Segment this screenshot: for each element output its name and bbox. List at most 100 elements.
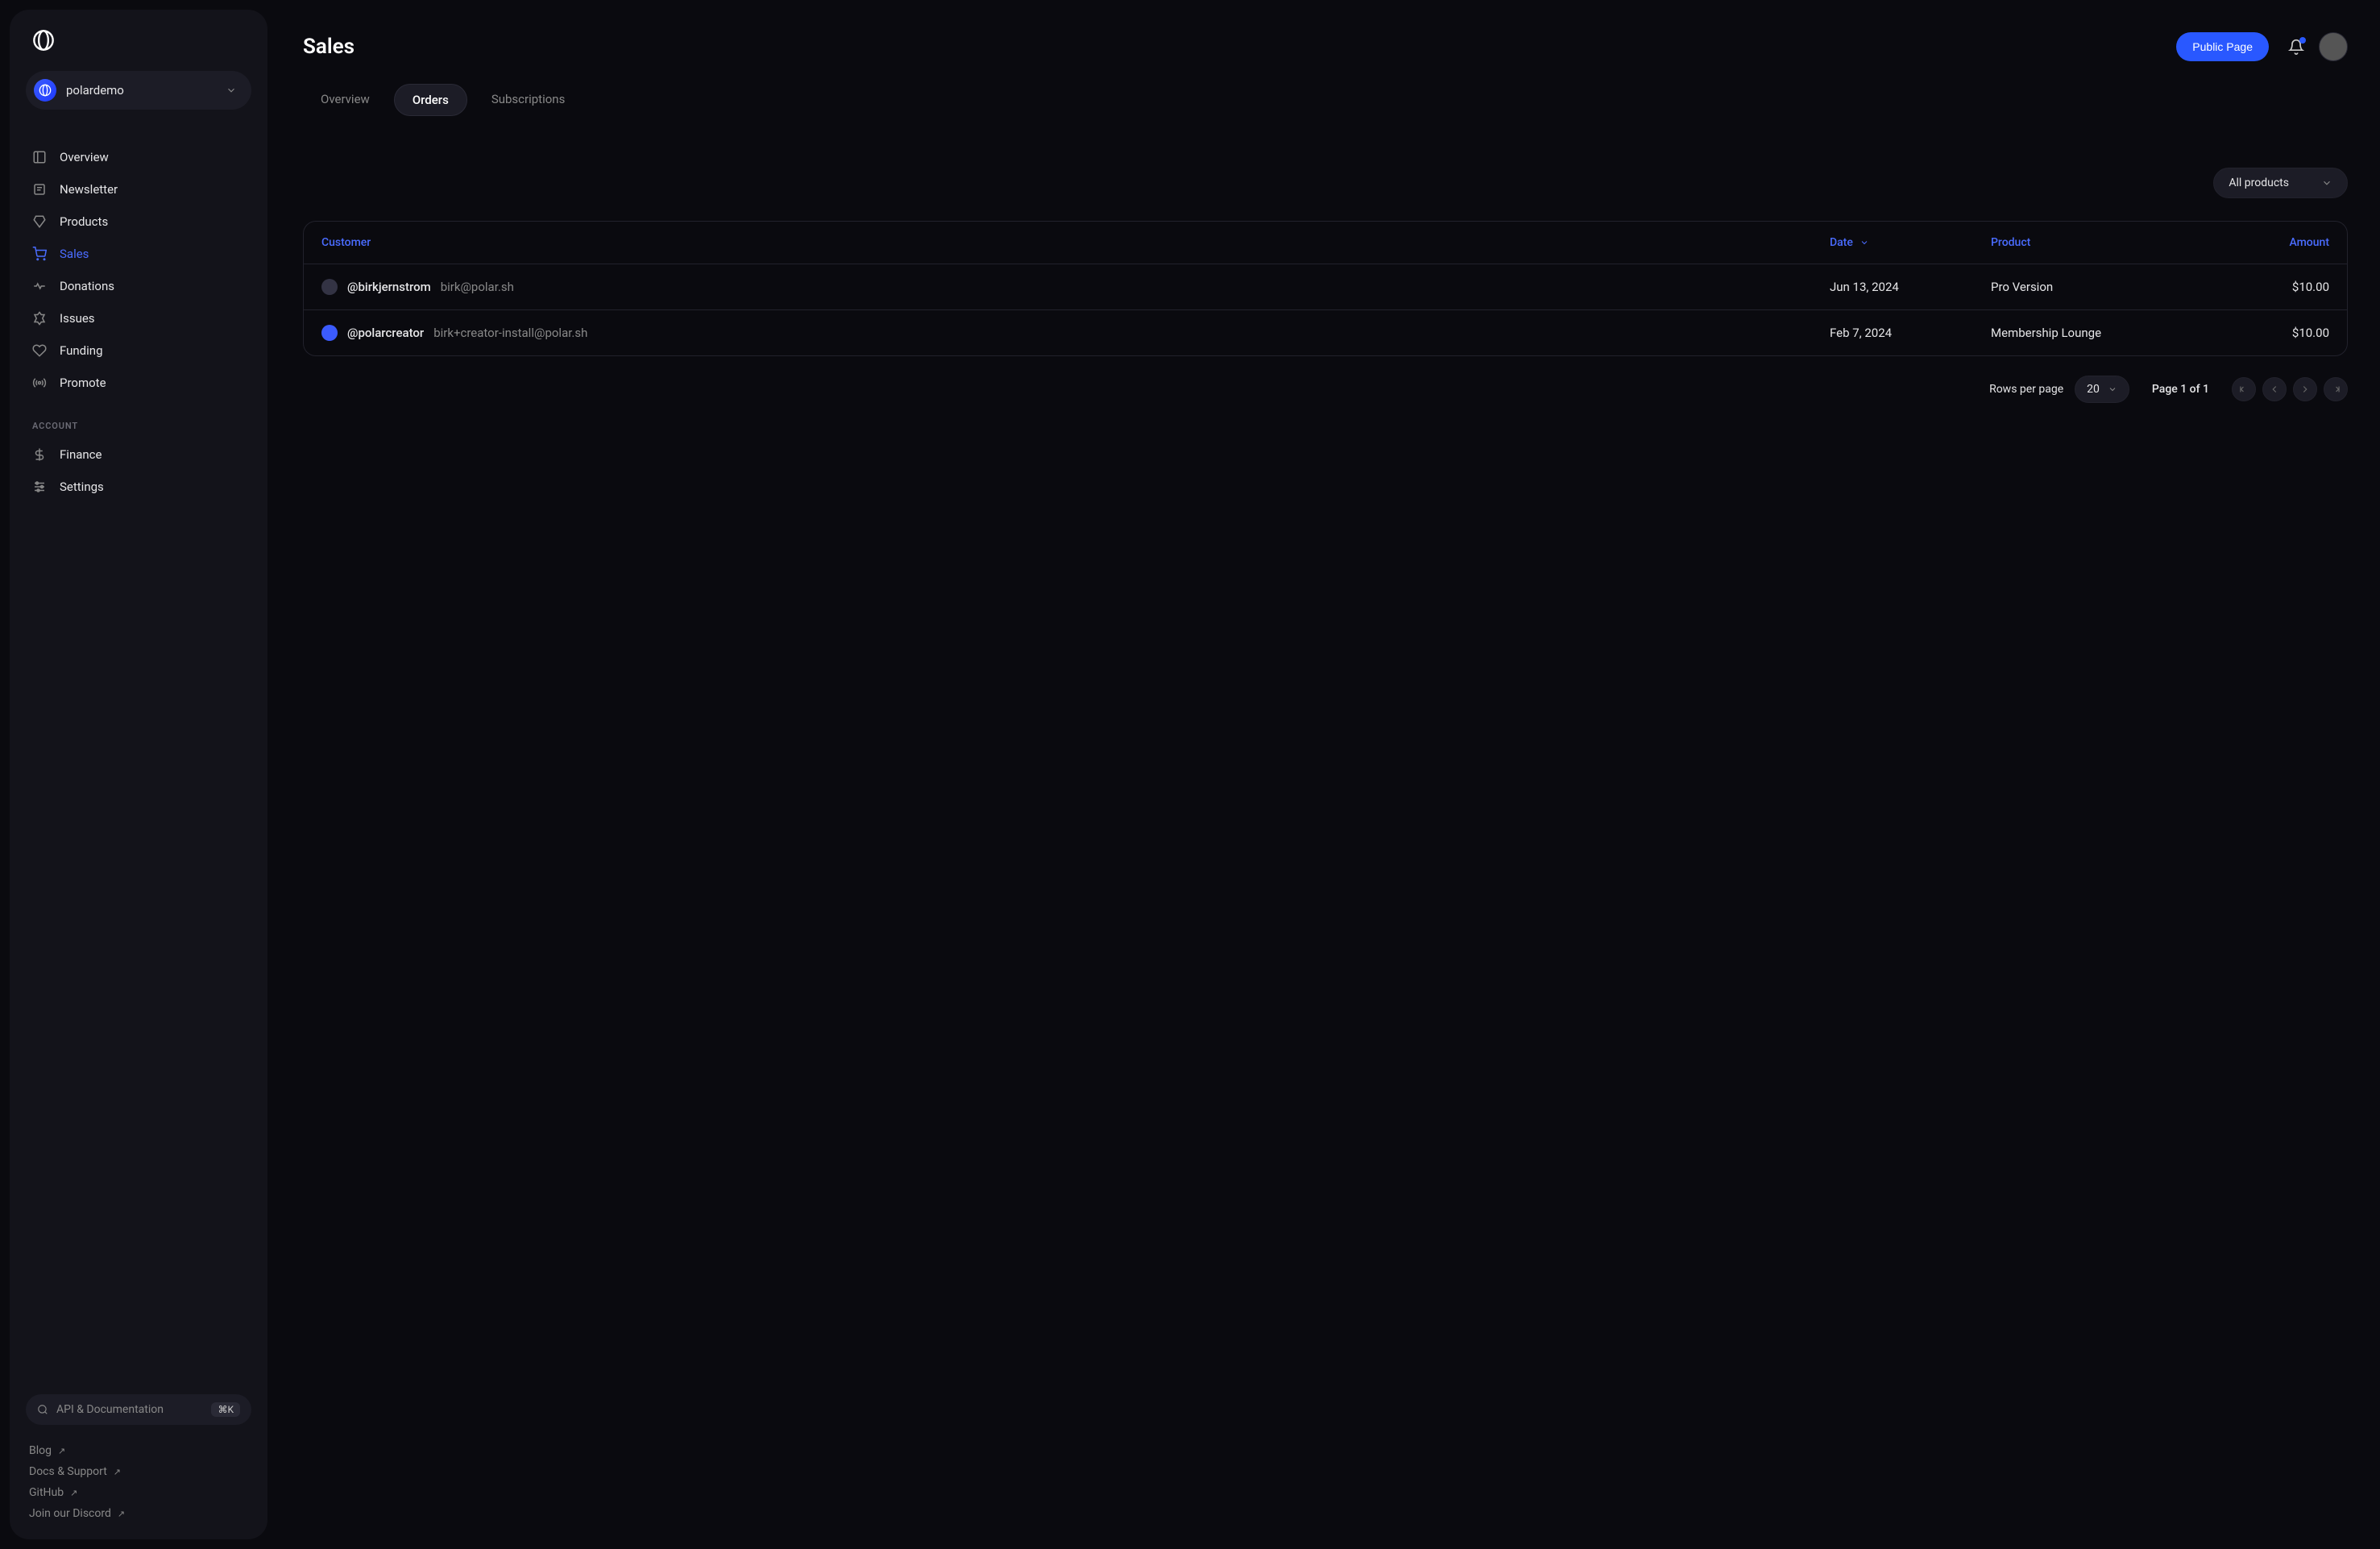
customer-email: birk@polar.sh: [441, 280, 514, 294]
filter-row: All products: [303, 168, 2348, 198]
next-page-button[interactable]: [2293, 377, 2317, 401]
diamond-icon: [32, 214, 47, 229]
customer-avatar: [321, 279, 338, 295]
sidebar-item-sales[interactable]: Sales: [26, 239, 251, 269]
customer-handle: @birkjernstrom: [347, 280, 431, 294]
user-avatar[interactable]: [2319, 32, 2348, 61]
search-kbd: ⌘K: [211, 1402, 240, 1417]
broadcast-icon: [32, 376, 47, 390]
account-section-label: ACCOUNT: [26, 398, 251, 439]
notifications-button[interactable]: [2288, 39, 2304, 55]
tabs: Overview Orders Subscriptions: [303, 84, 2348, 116]
date-cell: Feb 7, 2024: [1830, 326, 1991, 340]
product-cell: Membership Lounge: [1991, 326, 2216, 340]
org-name: polardemo: [66, 83, 216, 98]
customer-email: birk+creator-install@polar.sh: [433, 326, 587, 340]
sidebar-item-products[interactable]: Products: [26, 206, 251, 237]
chevron-down-icon: [2321, 177, 2332, 189]
newsletter-icon: [32, 182, 47, 197]
sidebar-item-label: Issues: [60, 311, 95, 326]
cart-icon: [32, 247, 47, 261]
search-docs[interactable]: API & Documentation ⌘K: [26, 1394, 251, 1425]
external-link-icon: ↗: [114, 1467, 121, 1477]
table-row[interactable]: @birkjernstrom birk@polar.sh Jun 13, 202…: [304, 264, 2347, 310]
main-content: Sales Public Page Overview Orders Subscr…: [277, 0, 2380, 1549]
page-header: Sales Public Page: [303, 32, 2348, 61]
sort-desc-icon: [1860, 238, 1869, 247]
dollar-icon: [32, 447, 47, 462]
rows-per-page: Rows per page 20: [1989, 376, 2129, 403]
org-switcher[interactable]: polardemo: [26, 71, 251, 110]
sidebar-item-settings[interactable]: Settings: [26, 471, 251, 502]
rows-per-page-label: Rows per page: [1989, 383, 2063, 396]
customer-handle: @polarcreator: [347, 326, 424, 340]
external-link-icon: ↗: [70, 1488, 77, 1498]
app-logo[interactable]: [26, 29, 251, 52]
grid-icon: [32, 150, 47, 164]
footer-link-blog[interactable]: Blog↗: [29, 1444, 251, 1457]
first-page-button[interactable]: [2232, 377, 2256, 401]
sidebar-item-label: Finance: [60, 447, 102, 462]
filter-label: All products: [2229, 176, 2289, 189]
table-header: Customer Date Product Amount: [304, 222, 2347, 264]
tab-orders[interactable]: Orders: [394, 84, 467, 116]
sidebar-item-donations[interactable]: Donations: [26, 271, 251, 301]
orders-table: Customer Date Product Amount @birkjernst…: [303, 221, 2348, 356]
prev-page-button[interactable]: [2262, 377, 2287, 401]
customer-cell: @birkjernstrom birk@polar.sh: [321, 279, 1830, 295]
tab-subscriptions[interactable]: Subscriptions: [474, 84, 583, 116]
issues-icon: [32, 311, 47, 326]
last-page-button[interactable]: [2324, 377, 2348, 401]
public-page-button[interactable]: Public Page: [2176, 32, 2269, 61]
sidebar-item-label: Overview: [60, 150, 109, 164]
amount-cell: $10.00: [2216, 326, 2329, 340]
column-date[interactable]: Date: [1830, 236, 1991, 249]
column-amount[interactable]: Amount: [2216, 236, 2329, 249]
page-info: Page 1 of 1: [2152, 383, 2209, 396]
sidebar-item-label: Products: [60, 214, 108, 229]
amount-cell: $10.00: [2216, 280, 2329, 294]
pager-buttons: [2232, 377, 2348, 401]
sidebar-item-issues[interactable]: Issues: [26, 303, 251, 334]
heart-icon: [32, 343, 47, 358]
nav-main: Overview Newsletter Products Sales Donat…: [26, 142, 251, 398]
sidebar-item-finance[interactable]: Finance: [26, 439, 251, 470]
external-link-icon: ↗: [58, 1446, 65, 1456]
external-link-icon: ↗: [118, 1509, 125, 1519]
rows-per-page-dropdown[interactable]: 20: [2075, 376, 2129, 403]
sidebar-item-label: Promote: [60, 376, 106, 390]
search-icon: [37, 1404, 48, 1415]
chevron-down-icon: [2108, 384, 2117, 394]
sidebar-item-newsletter[interactable]: Newsletter: [26, 174, 251, 205]
footer-link-docs[interactable]: Docs & Support↗: [29, 1465, 251, 1478]
sidebar-item-label: Funding: [60, 343, 103, 358]
sidebar-item-label: Settings: [60, 480, 104, 494]
chevron-down-icon: [226, 85, 237, 96]
date-cell: Jun 13, 2024: [1830, 280, 1991, 294]
sidebar-item-funding[interactable]: Funding: [26, 335, 251, 366]
sidebar-item-overview[interactable]: Overview: [26, 142, 251, 172]
footer-links: Blog↗ Docs & Support↗ GitHub↗ Join our D…: [26, 1444, 251, 1520]
sidebar: polardemo Overview Newsletter Products S…: [10, 10, 267, 1539]
column-product[interactable]: Product: [1991, 236, 2216, 249]
product-filter-dropdown[interactable]: All products: [2213, 168, 2348, 198]
page-title: Sales: [303, 35, 2176, 59]
table-row[interactable]: @polarcreator birk+creator-install@polar…: [304, 310, 2347, 355]
sidebar-item-label: Donations: [60, 279, 114, 293]
product-cell: Pro Version: [1991, 280, 2216, 294]
footer-link-discord[interactable]: Join our Discord↗: [29, 1507, 251, 1520]
customer-avatar: [321, 325, 338, 341]
notification-dot: [2299, 37, 2306, 44]
donations-icon: [32, 279, 47, 293]
search-placeholder: API & Documentation: [56, 1403, 203, 1416]
pagination: Rows per page 20 Page 1 of 1: [303, 376, 2348, 403]
tab-overview[interactable]: Overview: [303, 84, 388, 116]
column-customer[interactable]: Customer: [321, 236, 1830, 249]
customer-cell: @polarcreator birk+creator-install@polar…: [321, 325, 1830, 341]
sidebar-item-label: Sales: [60, 247, 89, 261]
sidebar-item-promote[interactable]: Promote: [26, 368, 251, 398]
sidebar-item-label: Newsletter: [60, 182, 118, 197]
sliders-icon: [32, 480, 47, 494]
footer-link-github[interactable]: GitHub↗: [29, 1486, 251, 1499]
org-avatar: [34, 79, 56, 102]
